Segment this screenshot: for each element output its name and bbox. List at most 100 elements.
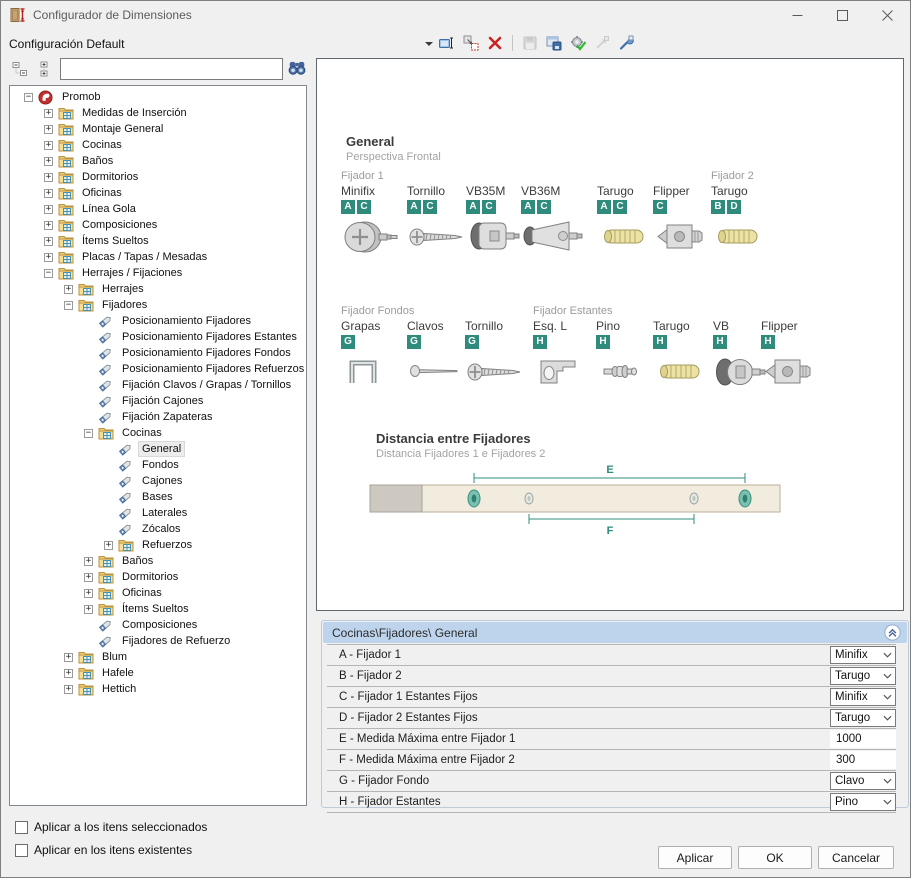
tree-node-cajones[interactable]: Cajones xyxy=(10,473,306,489)
tree-node-placas-tapas-mesadas[interactable]: +Placas / Tapas / Mesadas xyxy=(10,249,306,265)
tree-node-zo-calos[interactable]: Zócalos xyxy=(10,521,306,537)
rename-configuration-button[interactable] xyxy=(437,33,457,53)
tree-node-label[interactable]: Cocinas xyxy=(119,426,165,440)
minimize-button[interactable] xyxy=(775,1,820,29)
duplicate-configuration-button[interactable] xyxy=(461,33,481,53)
expand-toggle[interactable]: + xyxy=(64,653,73,662)
tree-node-label[interactable]: Dormitorios xyxy=(79,170,141,184)
tree-node-label[interactable]: Promob xyxy=(59,90,104,104)
configuration-combo[interactable]: Configuración Default xyxy=(9,37,124,51)
tree-node-label[interactable]: Oficinas xyxy=(79,186,125,200)
input-e-medida-ma-xima-entre-fijador-1[interactable]: 1000 xyxy=(830,730,896,748)
tree-node-label[interactable]: Posicionamiento Fijadores Refuerzos xyxy=(119,362,307,376)
find-button[interactable] xyxy=(288,59,308,79)
tree-node-label[interactable]: Posicionamiento Fijadores xyxy=(119,314,254,328)
tree-node-i-tems-sueltos[interactable]: +Ítems Sueltos xyxy=(10,601,306,617)
tree-node-fijadores[interactable]: −Fijadores xyxy=(10,297,306,313)
tree-node-label[interactable]: Refuerzos xyxy=(139,538,195,552)
expand-toggle[interactable]: + xyxy=(84,573,93,582)
tree-node-label[interactable]: Posicionamiento Fijadores Fondos xyxy=(119,346,294,360)
tree-node-dormitorios[interactable]: + Dormitorios xyxy=(10,169,306,185)
expand-toggle[interactable]: + xyxy=(44,125,53,134)
export-configuration-button[interactable] xyxy=(544,33,564,53)
combo-caret-icon[interactable] xyxy=(425,42,433,46)
tree-node-label[interactable]: Medidas de Inserción xyxy=(79,106,190,120)
collapse-all-button[interactable] xyxy=(10,59,30,79)
collapse-toggle[interactable]: − xyxy=(44,269,53,278)
tree-node-label[interactable]: Zócalos xyxy=(139,522,184,536)
maximize-button[interactable] xyxy=(820,1,865,29)
tree-node-label[interactable]: Herrajes / Fijaciones xyxy=(79,266,185,280)
tree-node-promob[interactable]: −Promob xyxy=(10,89,306,105)
select-c-fijador-1-estantes-fijos[interactable]: Minifix xyxy=(830,688,896,706)
tree-node-ban-os[interactable]: +Baños xyxy=(10,553,306,569)
share-configuration-button[interactable] xyxy=(592,33,612,53)
select-g-fijador-fondo[interactable]: Clavo xyxy=(830,772,896,790)
tree-node-posicionamiento-fijadores-refuerzos[interactable]: Posicionamiento Fijadores Refuerzos xyxy=(10,361,306,377)
expand-toggle[interactable]: + xyxy=(64,685,73,694)
collapse-toggle[interactable]: − xyxy=(64,301,73,310)
close-button[interactable] xyxy=(865,1,910,29)
collapse-toggle[interactable]: − xyxy=(84,429,93,438)
checkbox-icon[interactable] xyxy=(15,844,28,857)
tree-node-ban-os[interactable]: + Baños xyxy=(10,153,306,169)
select-d-fijador-2-estantes-fijos[interactable]: Tarugo xyxy=(830,709,896,727)
tree-node-label[interactable]: Fijación Clavos / Grapas / Tornillos xyxy=(119,378,294,392)
expand-toggle[interactable]: + xyxy=(64,669,73,678)
tree-node-refuerzos[interactable]: + Refuerzos xyxy=(10,537,306,553)
tree-node-cocinas[interactable]: − Cocinas xyxy=(10,425,306,441)
tree-node-posicionamiento-fijadores-fondos[interactable]: Posicionamiento Fijadores Fondos xyxy=(10,345,306,361)
tree-node-fijacio-n-clavos-grapas-tornillos[interactable]: Fijación Clavos / Grapas / Tornillos xyxy=(10,377,306,393)
tree-node-label[interactable]: Posicionamiento Fijadores Estantes xyxy=(119,330,300,344)
tree-node-general[interactable]: General xyxy=(10,441,306,457)
tree-node-label[interactable]: Baños xyxy=(119,554,156,568)
tree-node-posicionamiento-fijadores[interactable]: Posicionamiento Fijadores xyxy=(10,313,306,329)
aplicar-button[interactable]: Aplicar xyxy=(658,846,732,869)
expand-toggle[interactable]: + xyxy=(104,541,113,550)
select-a-fijador-1[interactable]: Minifix xyxy=(830,646,896,664)
delete-configuration-button[interactable] xyxy=(485,33,505,53)
tree-node-blum[interactable]: +Blum xyxy=(10,649,306,665)
tree-node-bases[interactable]: Bases xyxy=(10,489,306,505)
tree-node-label[interactable]: Baños xyxy=(79,154,116,168)
tree-node-label[interactable]: Composiciones xyxy=(79,218,160,232)
tree-node-label[interactable]: Fijación Cajones xyxy=(119,394,206,408)
tree-node-label[interactable]: Ítems Sueltos xyxy=(119,602,192,616)
tree-node-label[interactable]: Cocinas xyxy=(79,138,125,152)
ok-button[interactable]: OK xyxy=(738,846,812,869)
configuration-tools-button[interactable] xyxy=(616,33,636,53)
tree-node-label[interactable]: Fondos xyxy=(139,458,182,472)
tree-node-i-tems-sueltos[interactable]: +Ítems Sueltos xyxy=(10,233,306,249)
tree-node-label[interactable]: Oficinas xyxy=(119,586,165,600)
expand-all-button[interactable] xyxy=(34,59,54,79)
expand-toggle[interactable]: + xyxy=(44,109,53,118)
tree-node-dormitorios[interactable]: +Dormitorios xyxy=(10,569,306,585)
tree-node-herrajes-fijaciones[interactable]: − Herrajes / Fijaciones xyxy=(10,265,306,281)
expand-toggle[interactable]: + xyxy=(44,173,53,182)
tree-node-composiciones[interactable]: +Composiciones xyxy=(10,217,306,233)
apply-selected-items-checkbox[interactable]: Aplicar a los itens seleccionados xyxy=(15,820,207,834)
tree-node-medidas-de-insercio-n[interactable]: + Medidas de Inserción xyxy=(10,105,306,121)
tree-node-fijacio-n-cajones[interactable]: Fijación Cajones xyxy=(10,393,306,409)
tree-node-montaje-general[interactable]: +Montaje General xyxy=(10,121,306,137)
tree-node-label[interactable]: Herrajes xyxy=(99,282,147,296)
collapse-panel-button[interactable] xyxy=(884,624,901,641)
select-b-fijador-2[interactable]: Tarugo xyxy=(830,667,896,685)
tree-node-label[interactable]: Placas / Tapas / Mesadas xyxy=(79,250,210,264)
expand-toggle[interactable]: + xyxy=(44,157,53,166)
tree-node-label[interactable]: Composiciones xyxy=(119,618,200,632)
tree-node-oficinas[interactable]: +Oficinas xyxy=(10,585,306,601)
tree-node-label[interactable]: Bases xyxy=(139,490,176,504)
tree-node-composiciones[interactable]: Composiciones xyxy=(10,617,306,633)
tree-node-label[interactable]: Cajones xyxy=(139,474,185,488)
tree-node-hettich[interactable]: + Hettich xyxy=(10,681,306,697)
tree-node-label[interactable]: Hettich xyxy=(99,682,139,696)
tree-node-label[interactable]: Línea Gola xyxy=(79,202,139,216)
expand-toggle[interactable]: + xyxy=(44,205,53,214)
cancelar-button[interactable]: Cancelar xyxy=(818,846,894,869)
tree-search-input[interactable] xyxy=(60,58,283,80)
expand-toggle[interactable]: + xyxy=(44,189,53,198)
apply-existing-items-checkbox[interactable]: Aplicar en los itens existentes xyxy=(15,843,192,857)
expand-toggle[interactable]: + xyxy=(44,141,53,150)
save-configuration-button[interactable] xyxy=(520,33,540,53)
